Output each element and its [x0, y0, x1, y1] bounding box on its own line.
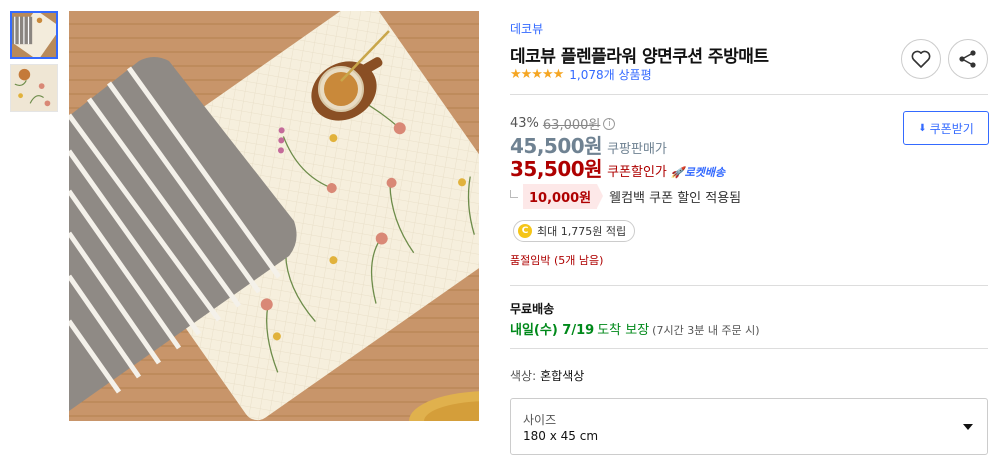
delivery-date-row: 내일(수) 7/19 도착 보장 (7시간 3분 내 주문 시) [510, 319, 760, 338]
shipping-title: 무료배송 [510, 302, 555, 316]
delivery-guarantee: 도착 보장 [597, 323, 650, 338]
share-button[interactable] [948, 39, 988, 79]
cashback-badge: 10,000원 [523, 184, 604, 209]
coupon-price: 35,500원 [510, 157, 603, 181]
points-text: 최대 1,775원 적립 [537, 225, 627, 238]
review-count-link[interactable]: 1,078개 상품평 [569, 66, 651, 83]
product-info-panel: 데코뷰 데코뷰 플렌플라워 양면쿠션 주방매트 ★★★★★ 1,078개 상품평… [510, 0, 989, 467]
wishlist-button[interactable] [901, 39, 941, 79]
rocket-delivery-badge: 🚀로켓배송 [671, 164, 725, 180]
size-select[interactable]: 사이즈 180 x 45 cm [510, 398, 988, 455]
color-option-value: 혼합색상 [540, 369, 585, 383]
download-icon: ⬇ [918, 122, 927, 134]
info-icon[interactable]: i [603, 117, 616, 130]
color-option-row: 색상: 혼합색상 [510, 367, 584, 384]
caret-down-icon [963, 424, 973, 430]
cashback-text: 웰컴백 쿠폰 할인 적용됨 [609, 191, 742, 206]
delivery-date: 내일(수) 7/19 [510, 323, 595, 338]
divider [510, 94, 988, 95]
coin-icon: C [518, 224, 532, 238]
coupon-price-label: 쿠폰할인가 [607, 165, 667, 180]
order-cutoff: (7시간 3분 내 주문 시) [652, 324, 760, 337]
thumbnail-2[interactable] [10, 64, 58, 112]
stock-warning: 품절임박 (5개 남음) [510, 254, 604, 267]
brand-link[interactable]: 데코뷰 [510, 20, 543, 37]
main-product-image [69, 11, 479, 421]
share-icon [959, 50, 976, 68]
size-select-value: 180 x 45 cm [523, 429, 599, 443]
discount-rate: 43% [510, 116, 539, 131]
product-title: 데코뷰 플렌플라워 양면쿠션 주방매트 [510, 47, 769, 67]
rocket-delivery-label: 로켓배송 [684, 166, 726, 179]
rating-row[interactable]: ★★★★★ 1,078개 상품평 [510, 66, 652, 83]
thumbnail-1[interactable] [10, 11, 58, 59]
divider [510, 348, 988, 349]
heart-icon [911, 50, 931, 68]
color-option-label: 색상: [510, 369, 537, 383]
get-coupon-label: 쿠폰받기 [929, 121, 974, 136]
star-rating: ★★★★★ [510, 67, 564, 82]
coupon-price-row: 35,500원 쿠폰할인가 🚀로켓배송 [510, 153, 725, 182]
size-select-label: 사이즈 [523, 413, 557, 427]
points-badge: C 최대 1,775원 적립 [513, 220, 636, 242]
rocket-icon: 🚀 [670, 166, 685, 179]
cashback-row: 10,000원 웰컴백 쿠폰 할인 적용됨 [510, 184, 741, 209]
corner-connector [510, 189, 518, 198]
divider [510, 285, 988, 286]
get-coupon-button[interactable]: ⬇ 쿠폰받기 [903, 111, 989, 145]
